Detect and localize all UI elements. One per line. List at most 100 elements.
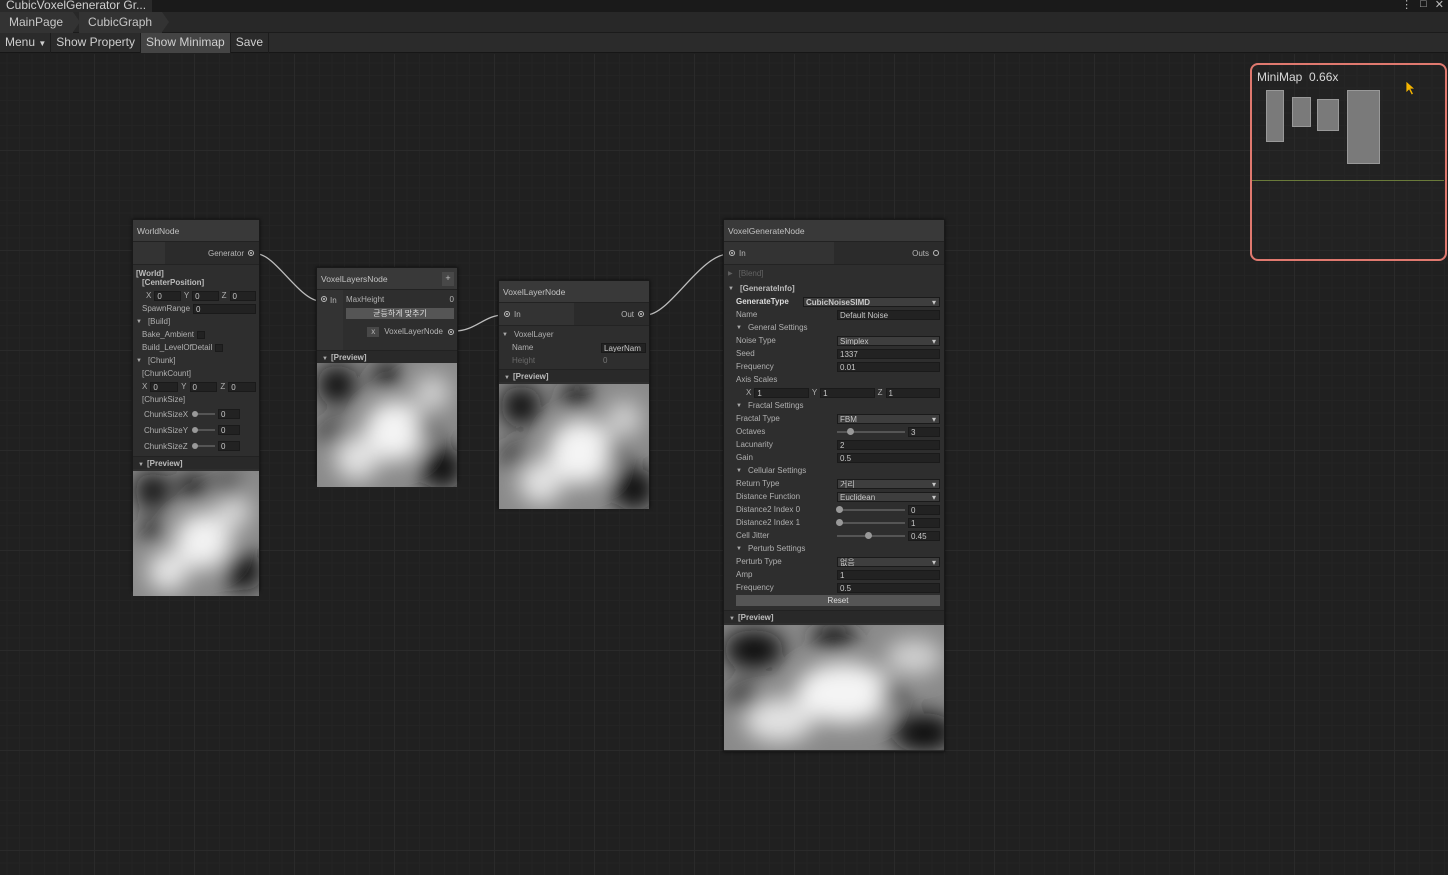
generate-preview-header[interactable]: ▼ [Preview] — [724, 610, 944, 623]
distance-function-value: Euclidean — [840, 492, 876, 502]
center-z-field[interactable]: 0 — [229, 290, 256, 301]
generate-info-section[interactable]: [GenerateInfo] — [740, 284, 795, 293]
layer-preview-header[interactable]: ▼ [Preview] — [499, 369, 649, 382]
amp-field[interactable]: 1 — [837, 569, 940, 580]
minimap-layer-node[interactable] — [1317, 99, 1339, 131]
general-settings-section[interactable]: General Settings — [748, 323, 808, 332]
fractal-settings-section[interactable]: Fractal Settings — [748, 401, 804, 410]
distance2-index0-slider[interactable] — [836, 505, 905, 513]
cell-jitter-field[interactable]: 0.45 — [908, 530, 940, 541]
foldout-arrow-icon[interactable]: ▼ — [736, 468, 742, 474]
voxel-layer-section[interactable]: VoxelLayer — [514, 330, 554, 339]
cell-jitter-slider[interactable] — [837, 531, 905, 539]
port-connected-icon[interactable] — [248, 250, 254, 256]
octaves-slider[interactable] — [837, 427, 905, 435]
voxel-layers-node[interactable]: VoxelLayersNode + In MaxHeight 0 균등하게 맞추… — [316, 267, 458, 487]
in-port-icon[interactable] — [321, 296, 327, 302]
chunk-size-y-label: ChunkSizeY — [144, 425, 189, 435]
distance2-index1-slider[interactable] — [836, 518, 905, 526]
axis-x-field[interactable]: 1 — [754, 387, 809, 398]
foldout-arrow-icon[interactable]: ▼ — [736, 403, 742, 409]
generator-port[interactable]: Generator — [164, 242, 259, 264]
chunk-size-section: [ChunkSize] — [142, 395, 186, 404]
axis-z-field[interactable]: 1 — [885, 387, 940, 398]
noise-type-dropdown[interactable]: Simplex ▾ — [837, 335, 940, 346]
return-type-dropdown[interactable]: 거리 ▾ — [837, 478, 940, 489]
slider-thumb[interactable] — [836, 505, 843, 513]
slider-thumb[interactable] — [847, 427, 854, 435]
slider-thumb[interactable] — [836, 518, 843, 526]
build-section[interactable]: [Build] — [148, 317, 170, 326]
layer-out-port[interactable]: Out — [574, 303, 649, 325]
minimap-panel[interactable]: MiniMap 0.66x — [1250, 63, 1447, 261]
foldout-arrow-icon[interactable]: ▼ — [736, 325, 742, 331]
spawn-range-field[interactable]: 0 — [193, 303, 256, 314]
lacunarity-field[interactable]: 2 — [837, 439, 940, 450]
chunk-size-z-slider[interactable] — [192, 443, 215, 449]
slider-thumb[interactable] — [865, 531, 872, 539]
layers-preview-header[interactable]: ▼ [Preview] — [317, 350, 457, 363]
chunk-count-x-field[interactable]: 0 — [150, 381, 179, 392]
perturb-frequency-field[interactable]: 0.5 — [837, 582, 940, 593]
foldout-arrow-icon[interactable]: ▼ — [136, 358, 142, 364]
gain-field[interactable]: 0.5 — [837, 452, 940, 463]
voxel-layer-node-port-icon[interactable] — [448, 328, 454, 335]
fractal-type-dropdown[interactable]: FBM ▾ — [837, 413, 940, 424]
minimap-generate-node[interactable] — [1347, 90, 1380, 164]
noise-name-field[interactable]: Default Noise — [837, 309, 940, 320]
distance-function-dropdown[interactable]: Euclidean ▾ — [837, 491, 940, 502]
foldout-arrow-icon[interactable]: ▶ — [728, 270, 733, 277]
frequency-field[interactable]: 0.01 — [837, 361, 940, 372]
foldout-arrow-icon[interactable]: ▼ — [736, 546, 742, 552]
distance2-index0-field[interactable]: 0 — [908, 504, 940, 515]
generate-in-port[interactable]: In — [724, 242, 834, 264]
generate-type-dropdown[interactable]: CubicNoiseSIMD ▾ — [803, 296, 940, 307]
world-node[interactable]: WorldNode Generator [World] [CenterPosit… — [132, 219, 260, 596]
chunk-count-z-field[interactable]: 0 — [228, 381, 257, 392]
even-distribute-button[interactable]: 균등하게 맞추기 — [346, 308, 454, 319]
blend-section[interactable]: [Blend] — [739, 269, 764, 278]
voxel-layer-node[interactable]: VoxelLayerNode In Out ▼ VoxelLayer Name L… — [498, 280, 650, 509]
chunk-size-y-field[interactable]: 0 — [218, 425, 240, 435]
voxel-generate-node[interactable]: VoxelGenerateNode In Outs ▶ [Blend] ▼ [Gen… — [723, 219, 945, 752]
perturb-settings-section[interactable]: Perturb Settings — [748, 544, 805, 553]
axis-y-field[interactable]: 1 — [820, 387, 875, 398]
generate-out-port[interactable]: Outs — [834, 242, 944, 264]
build-lod-checkbox[interactable] — [215, 343, 224, 352]
bake-ambient-checkbox[interactable] — [197, 330, 206, 339]
foldout-arrow-icon[interactable]: ▼ — [728, 286, 734, 292]
octaves-field[interactable]: 3 — [908, 426, 940, 437]
add-layer-button[interactable]: + — [442, 271, 454, 286]
foldout-arrow-icon[interactable]: ▼ — [136, 319, 142, 325]
reset-button[interactable]: Reset — [736, 595, 940, 606]
in-port-icon[interactable] — [504, 311, 510, 317]
chunk-size-x-field[interactable]: 0 — [218, 409, 240, 419]
out-port-icon[interactable] — [933, 250, 939, 256]
remove-layer-button[interactable]: x — [367, 326, 380, 337]
minimap-layers-node[interactable] — [1292, 97, 1311, 127]
chevron-down-icon: ▾ — [931, 492, 936, 502]
chunk-size-z-field[interactable]: 0 — [218, 441, 240, 451]
in-port-icon[interactable] — [729, 250, 735, 256]
minimap-world-node[interactable] — [1266, 90, 1284, 142]
cellular-settings-section[interactable]: Cellular Settings — [748, 466, 806, 475]
chunk-size-x-slider[interactable] — [192, 411, 215, 417]
center-y-field[interactable]: 0 — [192, 290, 219, 301]
chunk-size-y-slider[interactable] — [192, 427, 215, 433]
chunk-section[interactable]: [Chunk] — [148, 356, 176, 365]
slider-thumb[interactable] — [192, 443, 198, 449]
slider-thumb[interactable] — [192, 427, 198, 433]
out-port-icon[interactable] — [638, 311, 644, 317]
center-x-field[interactable]: 0 — [154, 290, 181, 301]
seed-field[interactable]: 1337 — [837, 348, 940, 359]
distance2-index1-field[interactable]: 1 — [908, 517, 940, 528]
perturb-type-dropdown[interactable]: 없음 ▾ — [837, 556, 940, 567]
slider-thumb[interactable] — [192, 411, 198, 417]
foldout-arrow-icon[interactable]: ▼ — [502, 332, 508, 338]
layer-name-field[interactable]: LayerNam — [601, 342, 646, 353]
layer-in-port[interactable]: In — [499, 303, 574, 325]
chunk-count-y-field[interactable]: 0 — [189, 381, 218, 392]
in-port-label: In — [330, 296, 337, 305]
world-preview-header[interactable]: ▼ [Preview] — [133, 456, 259, 469]
max-height-value[interactable]: 0 — [450, 295, 454, 304]
